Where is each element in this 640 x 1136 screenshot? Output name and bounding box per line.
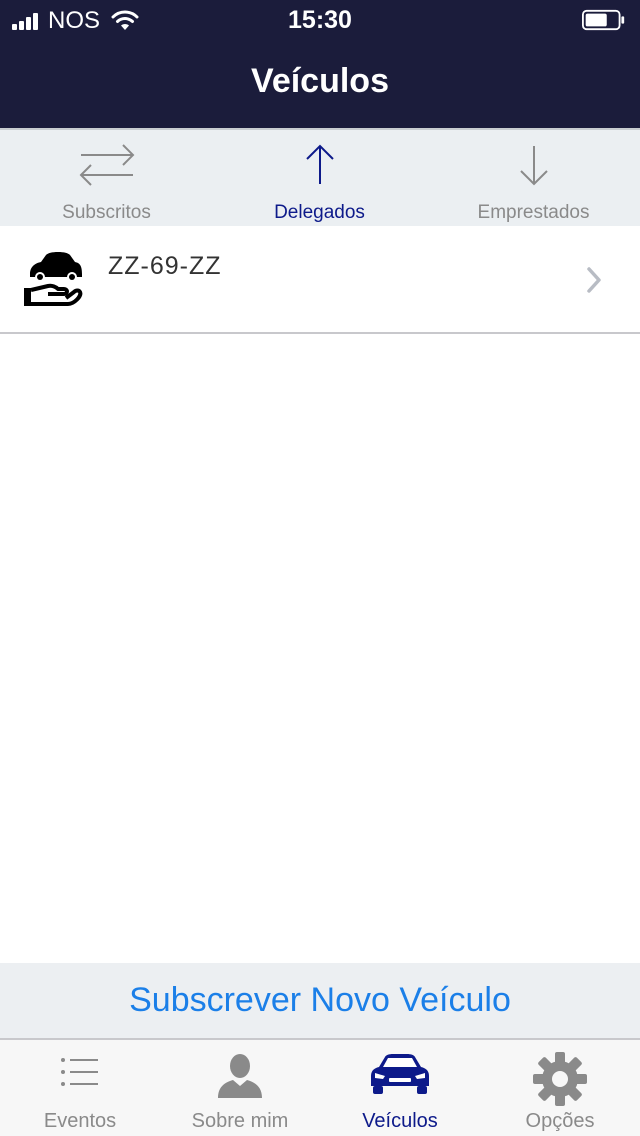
subscribe-bar: Subscrever Novo Veículo (0, 963, 640, 1038)
car-icon (371, 1054, 429, 1094)
tab-opcoes[interactable]: Opções (480, 1040, 640, 1136)
segment-control: Subscritos Delegados Emprestados (0, 128, 640, 226)
segment-delegados[interactable]: Delegados (213, 130, 426, 226)
vehicle-plate: ZZ-69-ZZ (108, 252, 222, 280)
chevron-right-icon (587, 267, 601, 293)
segment-label: Delegados (274, 202, 365, 223)
tab-label: Opções (525, 1110, 595, 1132)
tab-eventos[interactable]: Eventos (0, 1040, 160, 1136)
segment-emprestados[interactable]: Emprestados (427, 130, 640, 226)
segment-subscritos[interactable]: Subscritos (0, 130, 213, 226)
person-icon (218, 1054, 262, 1098)
arrow-up-icon (305, 144, 334, 184)
status-time: 15:30 (288, 6, 352, 34)
tab-veiculos[interactable]: Veículos (320, 1040, 480, 1136)
vehicle-list: ZZ-69-ZZ (0, 226, 640, 334)
tab-label: Veículos (362, 1110, 438, 1132)
gear-icon (533, 1052, 587, 1106)
tab-label: Eventos (43, 1110, 117, 1132)
vehicle-row[interactable]: ZZ-69-ZZ (0, 226, 640, 334)
swap-arrows-icon (79, 144, 134, 186)
tab-bar: Eventos Sobre mim Veículos Opções (0, 1038, 640, 1136)
tab-sobre-mim[interactable]: Sobre mim (160, 1040, 320, 1136)
tab-label: Sobre mim (191, 1110, 289, 1132)
segment-label: Subscritos (62, 202, 151, 223)
header: NOS 15:30 Veículos (0, 0, 640, 128)
arrow-down-icon (519, 146, 548, 186)
status-bar: NOS 15:30 (0, 0, 640, 40)
list-icon (61, 1058, 98, 1086)
subscribe-new-vehicle-button[interactable]: Subscrever Novo Veículo (0, 963, 640, 1038)
page-title: Veículos (251, 62, 389, 100)
car-hand-icon (24, 252, 83, 306)
segment-label: Emprestados (477, 202, 590, 223)
battery-icon (582, 9, 625, 31)
